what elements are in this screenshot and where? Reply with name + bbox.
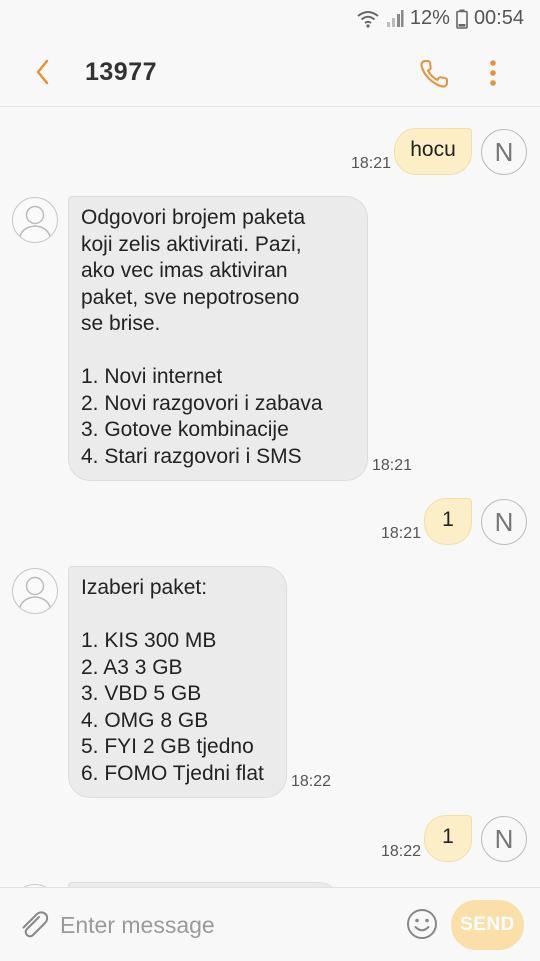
battery-percent: 12% [409, 7, 450, 29]
status-icons: 12% 00:54 [356, 7, 524, 30]
message-time: 18:22 [381, 843, 422, 860]
wifi-icon [357, 10, 379, 28]
message-time: 18:21 [351, 155, 392, 172]
message-time: 18:21 [381, 525, 422, 542]
signal-icon [386, 9, 404, 27]
message-composer: SEND [0, 887, 540, 961]
clock: 00:54 [473, 7, 524, 29]
outgoing-message-bubble[interactable]: 1 [424, 815, 472, 862]
battery-icon [456, 9, 468, 29]
message-list[interactable]: hocu 18:21 N Odgovori brojem paketa koji… [0, 107, 540, 887]
avatar[interactable] [12, 568, 58, 614]
emoji-button[interactable] [405, 907, 439, 941]
more-vertical-icon [490, 60, 496, 86]
person-icon [18, 576, 52, 612]
message-time: 18:21 [372, 457, 413, 474]
contact-title: 13977 [85, 58, 158, 86]
chevron-left-icon [36, 59, 49, 85]
attach-button[interactable] [16, 907, 50, 941]
message-time: 18:22 [291, 773, 332, 790]
phone-icon [420, 60, 448, 88]
person-icon [18, 205, 52, 241]
avatar[interactable] [12, 197, 58, 243]
outgoing-message-bubble[interactable]: hocu [394, 128, 472, 175]
avatar: N [481, 499, 527, 545]
call-button[interactable] [416, 56, 452, 92]
conversation-header: 13977 [0, 36, 540, 107]
paperclip-icon [22, 911, 49, 938]
incoming-message-bubble[interactable]: Odgovori brojem paketa koji zelis aktivi… [68, 196, 368, 481]
avatar-letter: N [494, 823, 514, 854]
more-options-button[interactable] [480, 56, 506, 92]
message-input[interactable] [58, 904, 392, 946]
send-button[interactable]: SEND [451, 900, 524, 950]
smiley-icon [407, 909, 437, 939]
avatar-letter: N [494, 136, 514, 167]
avatar: N [481, 816, 527, 862]
avatar-letter: N [494, 506, 514, 537]
avatar: N [481, 129, 527, 175]
outgoing-message-bubble[interactable]: 1 [424, 498, 472, 545]
status-bar: 12% 00:54 [0, 0, 540, 36]
incoming-message-bubble[interactable]: Izaberi paket: 1. KIS 300 MB 2. A3 3 GB … [68, 566, 287, 798]
back-button[interactable] [26, 52, 66, 92]
